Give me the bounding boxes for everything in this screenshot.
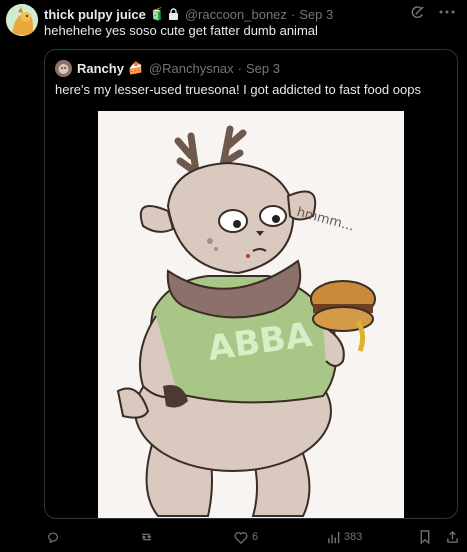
- repost-icon: [141, 533, 152, 541]
- quoted-post[interactable]: Ranchy 🍰 @Ranchysnax · Sep 3 here's my l…: [44, 49, 458, 519]
- top-actions: [409, 4, 455, 20]
- quote-text: here's my lesser-used truesona! I got ad…: [55, 82, 421, 97]
- author-avatar[interactable]: [6, 4, 38, 36]
- separator: ·: [290, 6, 296, 22]
- author-handle[interactable]: @raccoon_bonez: [185, 7, 287, 22]
- bookmark-button[interactable]: [419, 530, 431, 544]
- views-button[interactable]: 383: [327, 531, 362, 544]
- bookmark-icon: [420, 530, 430, 544]
- lock-icon: [168, 8, 179, 20]
- post-time[interactable]: Sep 3: [299, 7, 333, 22]
- post-header: thick pulpy juice 🧃 @raccoon_bonez · Sep…: [44, 5, 333, 23]
- grok-icon[interactable]: [409, 4, 425, 20]
- repost-button[interactable]: [139, 530, 158, 544]
- quote-author-handle[interactable]: @Ranchysnax: [149, 61, 234, 76]
- share-icon: [447, 530, 458, 543]
- reply-button[interactable]: [46, 530, 64, 544]
- like-button[interactable]: 6: [234, 531, 258, 544]
- views-icon: [328, 531, 340, 543]
- quote-author-name[interactable]: Ranchy: [77, 61, 124, 76]
- like-icon: [234, 531, 248, 544]
- share-button[interactable]: [446, 530, 459, 544]
- like-count: 6: [252, 531, 259, 543]
- author-emoji: 🧃: [149, 7, 165, 21]
- quote-time[interactable]: Sep 3: [246, 61, 280, 76]
- author-name[interactable]: thick pulpy juice: [44, 7, 146, 22]
- post[interactable]: thick pulpy juice 🧃 @raccoon_bonez · Sep…: [0, 0, 467, 552]
- post-text: hehehehe yes soso cute get fatter dumb a…: [44, 23, 318, 38]
- more-icon[interactable]: [439, 4, 455, 20]
- quote-header: Ranchy 🍰 @Ranchysnax · Sep 3: [55, 59, 280, 77]
- action-bar: 6 383: [44, 528, 460, 546]
- character-illustration: ABBA hmmm...: [98, 111, 404, 518]
- quote-author-emoji: 🍰: [127, 61, 143, 75]
- quote-media-image[interactable]: ABBA hmmm...: [98, 111, 404, 518]
- reply-icon: [48, 532, 58, 544]
- separator: ·: [237, 60, 243, 76]
- quote-author-avatar[interactable]: [55, 59, 72, 77]
- views-count: 383: [344, 531, 363, 543]
